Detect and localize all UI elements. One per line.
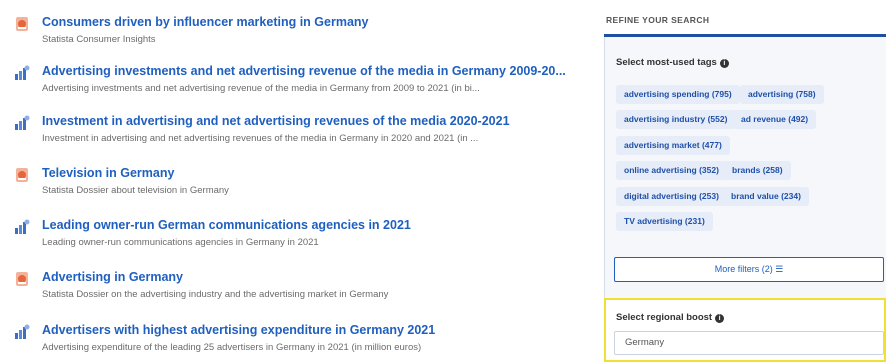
search-results-list: Consumers driven by influencer marketing… <box>0 0 590 362</box>
result-title[interactable]: Advertising in Germany <box>42 270 183 284</box>
statistic-icon <box>14 219 30 235</box>
tag-chip[interactable]: advertising spending (795) <box>616 85 740 104</box>
result-title[interactable]: Television in Germany <box>42 166 174 180</box>
result-title[interactable]: Advertisers with highest advertising exp… <box>42 323 435 337</box>
tag-chip[interactable]: advertising industry (552) <box>616 110 736 129</box>
dossier-icon <box>14 167 30 183</box>
result-description: Advertising investments and net advertis… <box>42 83 480 94</box>
tag-chip[interactable]: digital advertising (253) <box>616 187 727 206</box>
regional-boost-label: Select regional boost <box>616 312 713 323</box>
result-description: Leading owner-run communications agencie… <box>42 237 319 248</box>
result-item[interactable]: Advertising investments and net advertis… <box>0 59 590 99</box>
result-title[interactable]: Leading owner-run German communications … <box>42 218 411 232</box>
result-description: Statista Consumer Insights <box>42 34 156 45</box>
statistic-icon <box>14 65 30 81</box>
dossier-icon <box>14 271 30 287</box>
refine-search-heading: REFINE YOUR SEARCH <box>606 15 710 25</box>
tag-chip[interactable]: advertising market (477) <box>616 136 730 155</box>
tag-chip[interactable]: brand value (234) <box>723 187 809 206</box>
result-title[interactable]: Consumers driven by influencer marketing… <box>42 15 368 29</box>
statistic-icon <box>14 324 30 340</box>
result-item[interactable]: Consumers driven by influencer marketing… <box>0 10 590 50</box>
result-description: Statista Dossier about television in Ger… <box>42 185 229 196</box>
result-description: Investment in advertising and net advert… <box>42 133 479 144</box>
tag-chip[interactable]: brands (258) <box>724 161 791 180</box>
result-title[interactable]: Advertising investments and net advertis… <box>42 64 566 78</box>
tag-chip[interactable]: online advertising (352) <box>616 161 727 180</box>
result-item[interactable]: Advertising in Germany Statista Dossier … <box>0 265 590 305</box>
dossier-icon <box>14 16 30 32</box>
result-item[interactable]: Investment in advertising and net advert… <box>0 109 590 149</box>
result-item[interactable]: Television in Germany Statista Dossier a… <box>0 161 590 201</box>
region-select[interactable]: Germany <box>614 331 884 355</box>
info-icon[interactable]: i <box>719 59 729 68</box>
regional-boost-section: Select regional boost i Germany <box>604 298 886 362</box>
tag-chip[interactable]: TV advertising (231) <box>616 212 713 231</box>
result-item[interactable]: Advertisers with highest advertising exp… <box>0 318 590 358</box>
tag-chip[interactable]: ad revenue (492) <box>733 110 817 129</box>
tags-heading: Select most-used tags i <box>616 57 729 68</box>
result-description: Advertising expenditure of the leading 2… <box>42 342 422 353</box>
more-filters-button[interactable]: More filters (2) ☰ <box>614 257 884 282</box>
tag-chip[interactable]: advertising (758) <box>740 85 824 104</box>
tags-heading-label: Select most-used tags <box>616 57 717 68</box>
info-icon[interactable]: i <box>715 314 725 323</box>
statistic-icon <box>14 115 30 131</box>
result-item[interactable]: Leading owner-run German communications … <box>0 213 590 253</box>
result-description: Statista Dossier on the advertising indu… <box>42 289 389 300</box>
result-title[interactable]: Investment in advertising and net advert… <box>42 114 510 128</box>
regional-boost-heading: Select regional boost i <box>616 312 725 323</box>
